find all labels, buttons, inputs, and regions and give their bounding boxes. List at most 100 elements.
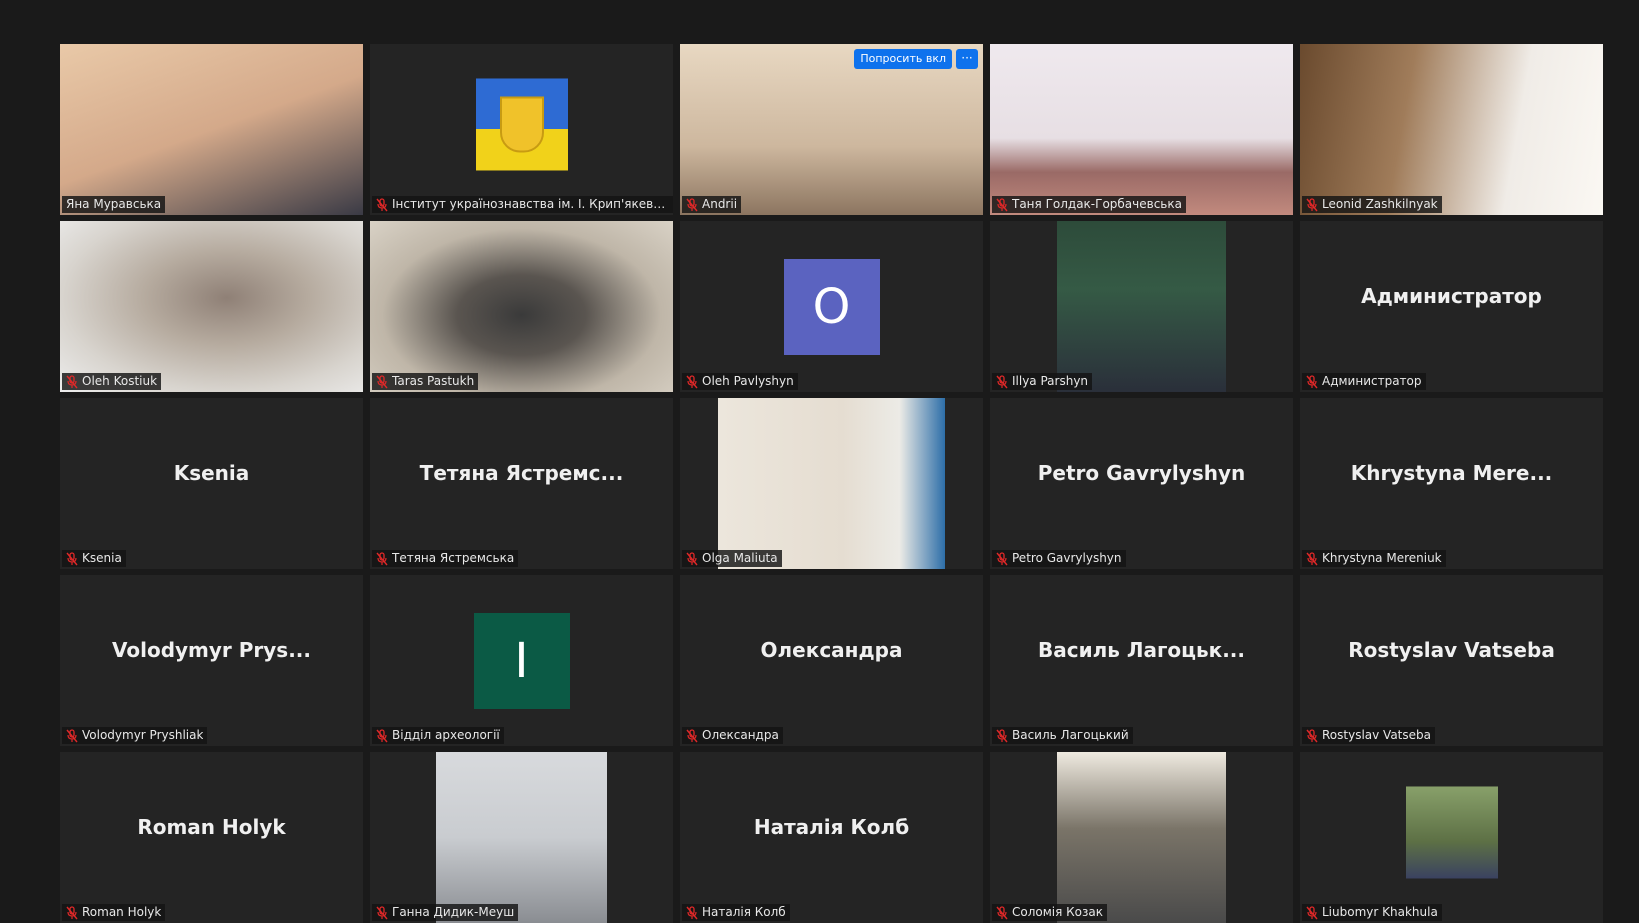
participant-tile-nataliia-kolb[interactable]: Наталія Колб Наталія Колб (680, 752, 983, 923)
participant-tile-illya-parshyn[interactable]: Illya Parshyn (990, 221, 1293, 392)
participant-photo (1057, 752, 1226, 923)
participant-name: Олександра (702, 728, 779, 742)
participant-name-bar: Volodymyr Pryshliak (62, 727, 208, 744)
participant-name-bar: Таня Голдак-Горбачевська (992, 196, 1186, 213)
participant-display-name: Roman Holyk (137, 814, 286, 839)
muted-mic-icon (1306, 551, 1318, 565)
muted-mic-icon (1306, 374, 1318, 388)
participant-tile-khrystyna-mereniuk[interactable]: Khrystyna Mere... Khrystyna Mereniuk (1300, 398, 1603, 569)
participant-tile-liubomyr-khakhula[interactable]: Liubomyr Khakhula (1300, 752, 1603, 923)
participant-name: Olga Maliuta (702, 551, 778, 565)
participant-tile-andrii[interactable]: Попросить вкл ··· Andrii (680, 44, 983, 215)
muted-mic-icon (1306, 728, 1318, 742)
muted-mic-icon (996, 374, 1008, 388)
muted-mic-icon (376, 197, 388, 211)
participant-name: Roman Holyk (82, 905, 162, 919)
participant-name-bar: Oleh Kostiuk (62, 373, 162, 390)
participant-name: Liubomyr Khakhula (1322, 905, 1438, 919)
participant-name: Volodymyr Pryshliak (82, 728, 204, 742)
participant-tile-oleh-pavlyshyn[interactable]: O Oleh Pavlyshyn (680, 221, 983, 392)
participant-tile-institute[interactable]: Інститут українознавства ім. І. Крип'яке… (370, 44, 673, 215)
muted-mic-icon (1306, 197, 1318, 211)
muted-mic-icon (66, 374, 78, 388)
muted-mic-icon (996, 905, 1008, 919)
participant-tile-rostyslav-vatseba[interactable]: Rostyslav Vatseba Rostyslav Vatseba (1300, 575, 1603, 746)
participant-tile-taras-pastukh[interactable]: Taras Pastukh (370, 221, 673, 392)
participant-photo (436, 752, 607, 923)
participant-name: Leonid Zashkilnyak (1322, 197, 1438, 211)
participant-display-name: Василь Лагоцьк... (1037, 637, 1245, 662)
participant-photo (1057, 221, 1226, 392)
muted-mic-icon (376, 374, 388, 388)
participant-tile-roman-holyk[interactable]: Roman Holyk Roman Holyk (60, 752, 363, 923)
coat-of-arms-image (475, 77, 568, 170)
participant-name: Illya Parshyn (1012, 374, 1089, 388)
participant-tile-leonid[interactable]: Leonid Zashkilnyak (1300, 44, 1603, 215)
more-options-button[interactable]: ··· (956, 49, 978, 69)
participant-name-bar: Тетяна Ястремська (372, 550, 519, 567)
participant-tile-vasyl-lahotskyi[interactable]: Василь Лагоцьк... Василь Лагоцький (990, 575, 1293, 746)
participant-tile-olga-maliuta[interactable]: Olga Maliuta (680, 398, 983, 569)
participant-display-name: Volodymyr Prys... (111, 637, 312, 662)
participant-tile-viddil-arkheolohii[interactable]: I Відділ археології (370, 575, 673, 746)
participant-name-bar: Ksenia (62, 550, 126, 567)
participant-tile-oleksandra[interactable]: Олександра Олександра (680, 575, 983, 746)
participant-name: Andrii (702, 197, 738, 211)
muted-mic-icon (686, 905, 698, 919)
participant-name-bar: Roman Holyk (62, 904, 166, 921)
participant-tile-oleh-kostiuk[interactable]: Oleh Kostiuk (60, 221, 363, 392)
muted-mic-icon (686, 551, 698, 565)
participant-name-bar: Василь Лагоцький (992, 727, 1133, 744)
participant-name-bar: Соломія Козак (992, 904, 1107, 921)
muted-mic-icon (996, 728, 1008, 742)
avatar: I (473, 612, 570, 709)
participant-tile-tanya-goldak[interactable]: Таня Голдак-Горбачевська (990, 44, 1293, 215)
participant-name-bar: Наталія Колб (682, 904, 790, 921)
participant-display-name: Олександра (760, 637, 903, 662)
participant-name: Соломія Козак (1012, 905, 1103, 919)
participant-name: Інститут українознавства ім. І. Крип'яке… (392, 197, 671, 211)
participant-tile-petro-gavrylyshyn[interactable]: Petro Gavrylyshyn Petro Gavrylyshyn (990, 398, 1293, 569)
participant-tile-tetiana-yastremska[interactable]: Тетяна Ястремс... Тетяна Ястремська (370, 398, 673, 569)
participant-name-bar: Olga Maliuta (682, 550, 782, 567)
participant-display-name: Ksenia (173, 460, 250, 485)
participant-name-bar: Illya Parshyn (992, 373, 1093, 390)
participant-tile-yana-muravska[interactable]: Яна Муравська (60, 44, 363, 215)
participant-name-bar: Відділ археології (372, 727, 504, 744)
participant-name: Василь Лагоцький (1012, 728, 1129, 742)
participant-name-bar: Администратор (1302, 373, 1426, 390)
participant-tile-solomiia-kozak[interactable]: Соломія Козак (990, 752, 1293, 923)
participant-tile-administrator[interactable]: Администратор Администратор (1300, 221, 1603, 392)
participant-name-bar: Khrystyna Mereniuk (1302, 550, 1446, 567)
participant-name: Відділ археології (392, 728, 500, 742)
participant-display-name: Тетяна Ястремс... (419, 460, 624, 485)
participant-name-bar: Rostyslav Vatseba (1302, 727, 1435, 744)
participant-tile-volodymyr-pryshliak[interactable]: Volodymyr Prys... Volodymyr Pryshliak (60, 575, 363, 746)
muted-mic-icon (376, 905, 388, 919)
participant-video (680, 44, 983, 215)
request-video-button[interactable]: Попросить вкл (854, 49, 952, 69)
participant-name: Petro Gavrylyshyn (1012, 551, 1122, 565)
muted-mic-icon (66, 905, 78, 919)
participant-video (60, 44, 363, 215)
participant-name: Администратор (1322, 374, 1422, 388)
participant-name: Яна Муравська (66, 197, 162, 211)
muted-mic-icon (1306, 905, 1318, 919)
participant-name-bar: Ганна Дидик-Меуш (372, 904, 519, 921)
participant-display-name: Khrystyna Mere... (1350, 460, 1553, 485)
muted-mic-icon (66, 551, 78, 565)
participant-tile-hanna-dydyk-meush[interactable]: Ганна Дидик-Меуш (370, 752, 673, 923)
participant-name-bar: Andrii (682, 196, 742, 213)
participant-photo (1405, 785, 1498, 878)
participant-tile-ksenia[interactable]: Ksenia Ksenia (60, 398, 363, 569)
participant-name: Наталія Колб (702, 905, 786, 919)
participant-display-name: Администратор (1361, 283, 1542, 308)
participant-name-bar: Liubomyr Khakhula (1302, 904, 1442, 921)
participant-name: Taras Pastukh (392, 374, 475, 388)
muted-mic-icon (376, 551, 388, 565)
participant-name: Khrystyna Mereniuk (1322, 551, 1442, 565)
participant-name-bar: Олександра (682, 727, 783, 744)
avatar: O (783, 258, 880, 355)
participant-name: Тетяна Ястремська (392, 551, 515, 565)
participant-name: Oleh Pavlyshyn (702, 374, 794, 388)
